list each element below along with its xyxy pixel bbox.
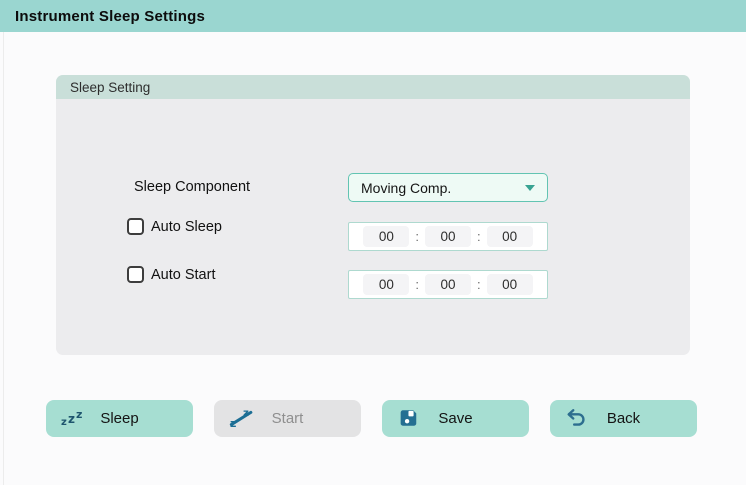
sleep-setting-panel: Sleep Setting Sleep Component Moving Com… bbox=[56, 75, 690, 355]
start-button-label: Start bbox=[214, 400, 361, 437]
auto-start-hours-input[interactable]: 00 bbox=[363, 274, 409, 295]
sleep-component-selected-value: Moving Comp. bbox=[361, 180, 525, 196]
time-separator: : bbox=[415, 277, 419, 292]
panel-body: Sleep Component Moving Comp. Auto Sleep … bbox=[56, 99, 690, 355]
chevron-down-icon bbox=[525, 185, 535, 191]
sleep-component-dropdown[interactable]: Moving Comp. bbox=[348, 173, 548, 202]
auto-start-seconds-input[interactable]: 00 bbox=[487, 274, 533, 295]
back-button-label: Back bbox=[550, 400, 697, 437]
sleep-button[interactable]: z z z Sleep bbox=[46, 400, 193, 437]
time-separator: : bbox=[477, 277, 481, 292]
window-title: Instrument Sleep Settings bbox=[15, 8, 205, 25]
auto-sleep-minutes-input[interactable]: 00 bbox=[425, 226, 471, 247]
panel-title: Sleep Setting bbox=[70, 80, 150, 95]
save-button-label: Save bbox=[382, 400, 529, 437]
auto-sleep-seconds-input[interactable]: 00 bbox=[487, 226, 533, 247]
auto-sleep-time-field[interactable]: 00 : 00 : 00 bbox=[348, 222, 548, 251]
auto-sleep-hours-input[interactable]: 00 bbox=[363, 226, 409, 247]
auto-start-checkbox[interactable] bbox=[127, 266, 144, 283]
auto-sleep-checkbox[interactable] bbox=[127, 218, 144, 235]
time-separator: : bbox=[477, 229, 481, 244]
auto-start-checkbox-row[interactable]: Auto Start bbox=[127, 266, 215, 283]
window-title-bar: Instrument Sleep Settings bbox=[0, 0, 746, 32]
auto-start-minutes-input[interactable]: 00 bbox=[425, 274, 471, 295]
sleep-component-label: Sleep Component bbox=[134, 179, 250, 196]
back-button[interactable]: Back bbox=[550, 400, 697, 437]
start-button[interactable]: z z z Start bbox=[214, 400, 361, 437]
auto-sleep-checkbox-row[interactable]: Auto Sleep bbox=[127, 218, 222, 235]
time-separator: : bbox=[415, 229, 419, 244]
auto-start-time-field[interactable]: 00 : 00 : 00 bbox=[348, 270, 548, 299]
save-button[interactable]: Save bbox=[382, 400, 529, 437]
sleep-button-label: Sleep bbox=[46, 400, 193, 437]
auto-start-label: Auto Start bbox=[151, 267, 215, 283]
auto-sleep-label: Auto Sleep bbox=[151, 219, 222, 235]
panel-header: Sleep Setting bbox=[56, 75, 690, 99]
